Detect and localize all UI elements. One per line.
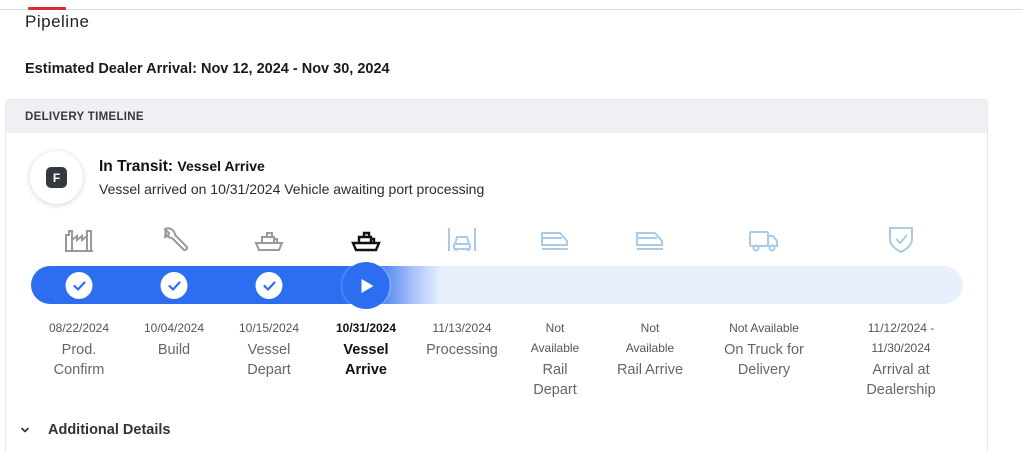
status-prefix: In Transit: [99,158,174,175]
page-title: Pipeline [25,12,90,31]
stage-date: Not Available [625,321,675,355]
ship-icon [253,224,285,254]
factory-icon [63,224,95,254]
stage-date: 08/22/2024 [48,321,110,335]
train-icon [634,224,666,254]
stage-rail-arrive: Not Available Rail Arrive [595,318,705,380]
train-icon [539,224,571,254]
stage-date: Not Available [729,321,799,335]
active-tab-indicator [28,7,66,10]
stage-prod-confirm: 08/22/2024 Prod. Confirm [24,318,134,380]
stage-rail-depart: Not Available Rail Depart [500,318,610,400]
chevron-down-icon [21,427,29,433]
status-stage: Vessel Arrive [177,158,265,174]
dealer-avatar: F [30,151,83,204]
additional-details-label: Additional Details [48,422,171,438]
car-garage-icon [446,224,478,254]
stage-vessel-depart: 10/15/2024 Vessel Depart [214,318,324,380]
ship-icon [350,224,382,254]
avatar-letter: F [46,167,67,188]
current-stage-marker [342,262,390,309]
stage-date: 11/12/2024 - 11/30/2024 [867,321,935,355]
stage-label: Rail Depart [533,362,577,398]
estimated-arrival-value: Nov 12, 2024 - Nov 30, 2024 [200,61,390,77]
play-icon [361,278,373,293]
stage-label: Vessel Depart [247,342,291,378]
stage-date: 10/15/2024 [238,321,300,335]
stage-label: Vessel Arrive [343,342,389,378]
shield-check-icon [885,224,917,254]
stage-arrival-dealership: 11/12/2024 - 11/30/2024 Arrival at Deale… [846,318,956,400]
check-icon [65,272,93,299]
delivery-timeline-header: DELIVERY TIMELINE [6,100,987,133]
status-line: In Transit: Vessel Arrive [99,158,265,176]
estimated-arrival: Estimated Dealer Arrival: Nov 12, 2024 -… [25,61,390,77]
stage-label: Prod. Confirm [53,342,105,378]
delivery-timeline-card: DELIVERY TIMELINE F In Transit: Vessel A… [5,99,988,452]
stage-date: 10/31/2024 [335,321,397,335]
stage-build: 10/04/2024 Build [119,318,229,360]
top-divider [0,9,1023,10]
truck-icon [748,224,780,254]
stage-date: Not Available [530,321,580,355]
stage-on-truck: Not Available On Truck for Delivery [699,318,829,380]
status-description: Vessel arrived on 10/31/2024 Vehicle awa… [99,181,485,197]
additional-details-toggle[interactable]: Additional Details [20,422,170,438]
check-icon [160,272,188,299]
stage-label: Arrival at Dealership [866,362,936,398]
stage-date: 10/04/2024 [143,321,205,335]
check-icon [255,272,283,299]
estimated-arrival-label: Estimated Dealer Arrival: [25,61,197,77]
stage-label: Rail Arrive [616,362,684,378]
stage-label: On Truck for Delivery [724,342,804,378]
wrench-icon [158,224,190,254]
stage-label: Build [157,342,191,358]
stage-vessel-arrive: 10/31/2024 Vessel Arrive [311,318,421,380]
